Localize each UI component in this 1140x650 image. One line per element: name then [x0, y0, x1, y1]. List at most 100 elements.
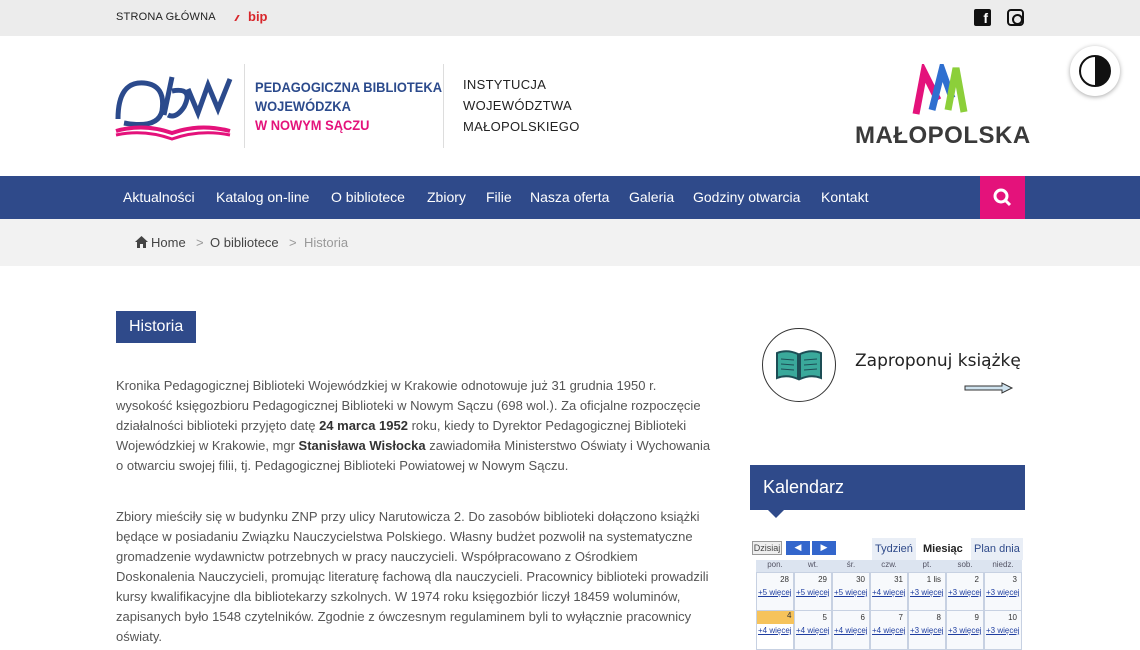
more-events-link[interactable]: +3 więcej	[948, 626, 982, 635]
more-events-link[interactable]: +4 więcej	[796, 626, 830, 635]
day-number: 1 lis	[926, 575, 941, 584]
calendar-day-cell[interactable]: 2 +3 więcej	[946, 572, 984, 612]
more-events-link[interactable]: +5 więcej	[758, 588, 792, 597]
day-number: 9	[974, 613, 979, 622]
suggest-book-label: Zaproponuj książkę	[855, 351, 1021, 371]
nav-item-katalog[interactable]: Katalog on-line	[216, 189, 309, 205]
more-events-link[interactable]: +4 więcej	[872, 588, 906, 597]
nav-item-galeria[interactable]: Galeria	[629, 189, 674, 205]
more-events-link[interactable]: +4 więcej	[834, 626, 868, 635]
more-events-link[interactable]: +4 więcej	[872, 626, 906, 635]
malopolska-wordmark[interactable]: MAŁOPOLSKA	[855, 122, 1031, 150]
contrast-toggle-button[interactable]	[1070, 46, 1120, 96]
library-name: PEDAGOGICZNA BIBLIOTEKA WOJEWÓDZKA W NOW…	[255, 78, 442, 135]
calendar-day-cell[interactable]: 1 lis +3 więcej	[908, 572, 946, 612]
bip-link[interactable]: bip	[236, 9, 268, 24]
book-icon	[762, 328, 836, 402]
calendar-day-cell[interactable]: 4 +4 więcej	[756, 610, 795, 650]
more-events-link[interactable]: +5 więcej	[796, 588, 830, 597]
calendar-title: Kalendarz	[750, 465, 1025, 518]
breadcrumb-current: Historia	[304, 235, 349, 250]
calendar-day-cell[interactable]: 10 +3 więcej	[984, 610, 1022, 650]
pbw-logo[interactable]	[114, 71, 234, 143]
day-number: 10	[1008, 613, 1017, 622]
article-paragraph: Zbiory mieściły się w budynku ZNP przy u…	[116, 509, 709, 644]
next-month-button[interactable]: ▶	[812, 541, 836, 555]
nav-item-o-bibliotece[interactable]: O bibliotece	[331, 189, 405, 205]
search-button[interactable]	[980, 176, 1025, 219]
nav-item-filie[interactable]: Filie	[486, 189, 512, 205]
more-events-link[interactable]: +3 więcej	[948, 588, 982, 597]
weekday-header: śr.	[832, 560, 870, 572]
weekday-header: pon.	[756, 560, 794, 572]
calendar-day-cell[interactable]: 31 +4 więcej	[870, 572, 908, 612]
more-events-link[interactable]: +3 więcej	[986, 588, 1020, 597]
view-day-tab[interactable]: Plan dnia	[971, 538, 1023, 560]
institution-line: MAŁOPOLSKIEGO	[463, 119, 580, 134]
top-bar: STRONA GŁÓWNA bip f	[0, 0, 1140, 36]
day-number: 4	[757, 611, 795, 624]
divider	[443, 64, 444, 148]
weekday-header: pt.	[908, 560, 946, 572]
day-number: 28	[780, 575, 789, 584]
arrow-right-icon	[964, 382, 1014, 394]
weekday-header: sob.	[946, 560, 984, 572]
calendar-day-cell[interactable]: 9 +3 więcej	[946, 610, 984, 650]
malopolska-logo-icon[interactable]	[912, 64, 968, 118]
day-number: 8	[936, 613, 941, 622]
facebook-icon[interactable]: f	[974, 9, 991, 26]
library-name-line: PEDAGOGICZNA BIBLIOTEKA	[255, 79, 443, 95]
home-icon	[135, 236, 148, 248]
main-nav: Aktualności Katalog on-line O bibliotece…	[0, 176, 1140, 219]
nav-item-kontakt[interactable]: Kontakt	[821, 189, 868, 205]
more-events-link[interactable]: +3 więcej	[910, 626, 944, 635]
calendar-day-cell[interactable]: 7 +4 więcej	[870, 610, 908, 650]
prev-month-button[interactable]: ◀	[786, 541, 810, 555]
contrast-icon	[1079, 55, 1111, 87]
more-events-link[interactable]: +4 więcej	[758, 626, 792, 635]
breadcrumb-home[interactable]: Home	[151, 235, 186, 250]
day-number: 5	[822, 613, 827, 622]
day-number: 29	[818, 575, 827, 584]
search-icon	[993, 188, 1012, 207]
article-paragraph: Kronika Pedagogicznej Biblioteki Wojewód…	[116, 376, 716, 476]
weekday-header: wt.	[794, 560, 832, 572]
day-number: 3	[1012, 575, 1017, 584]
nav-item-godziny[interactable]: Godziny otwarcia	[693, 189, 800, 205]
library-name-line: WOJEWÓDZKA	[255, 98, 351, 114]
day-number: 7	[898, 613, 903, 622]
weekday-header: czw.	[870, 560, 908, 572]
bold-name: Stanisława Wisłocka	[298, 438, 426, 453]
calendar-day-cell[interactable]: 3 +3 więcej	[984, 572, 1022, 612]
divider	[244, 64, 245, 148]
view-week-tab[interactable]: Tydzień	[872, 538, 916, 560]
nav-item-aktualnosci[interactable]: Aktualności	[123, 189, 195, 205]
nav-item-zbiory[interactable]: Zbiory	[427, 189, 466, 205]
home-link[interactable]: STRONA GŁÓWNA	[116, 11, 216, 23]
calendar-day-cell[interactable]: 30 +5 więcej	[832, 572, 870, 612]
page-title: Historia	[116, 311, 197, 343]
day-number: 6	[860, 613, 865, 622]
weekday-header: niedz.	[984, 560, 1022, 572]
institution-line: WOJEWÓDZTWA	[463, 98, 572, 113]
view-month-tab[interactable]: Miesiąc	[920, 538, 966, 560]
day-number: 2	[974, 575, 979, 584]
day-number: 30	[856, 575, 865, 584]
more-events-link[interactable]: +3 więcej	[910, 588, 944, 597]
calendar-day-cell[interactable]: 28 +5 więcej	[756, 572, 794, 612]
more-events-link[interactable]: +3 więcej	[986, 626, 1020, 635]
calendar-day-cell[interactable]: 8 +3 więcej	[908, 610, 946, 650]
nav-item-nasza-oferta[interactable]: Nasza oferta	[530, 189, 609, 205]
day-number: 31	[894, 575, 903, 584]
today-button[interactable]: Dzisiaj	[752, 541, 782, 555]
calendar-day-cell[interactable]: 6 +4 więcej	[832, 610, 870, 650]
calendar-day-cell[interactable]: 29 +5 więcej	[794, 572, 832, 612]
institution-line: INSTYTUCJA	[463, 77, 547, 92]
calendar-day-cell[interactable]: 5 +4 więcej	[794, 610, 832, 650]
breadcrumb-parent[interactable]: O bibliotece	[210, 235, 279, 250]
more-events-link[interactable]: +5 więcej	[834, 588, 868, 597]
instagram-icon[interactable]	[1007, 9, 1024, 26]
library-name-line: W NOWYM SĄCZU	[255, 117, 370, 133]
suggest-book-banner[interactable]: Zaproponuj książkę	[750, 318, 1025, 418]
institution-text: INSTYTUCJA WOJEWÓDZTWA MAŁOPOLSKIEGO	[463, 74, 580, 137]
